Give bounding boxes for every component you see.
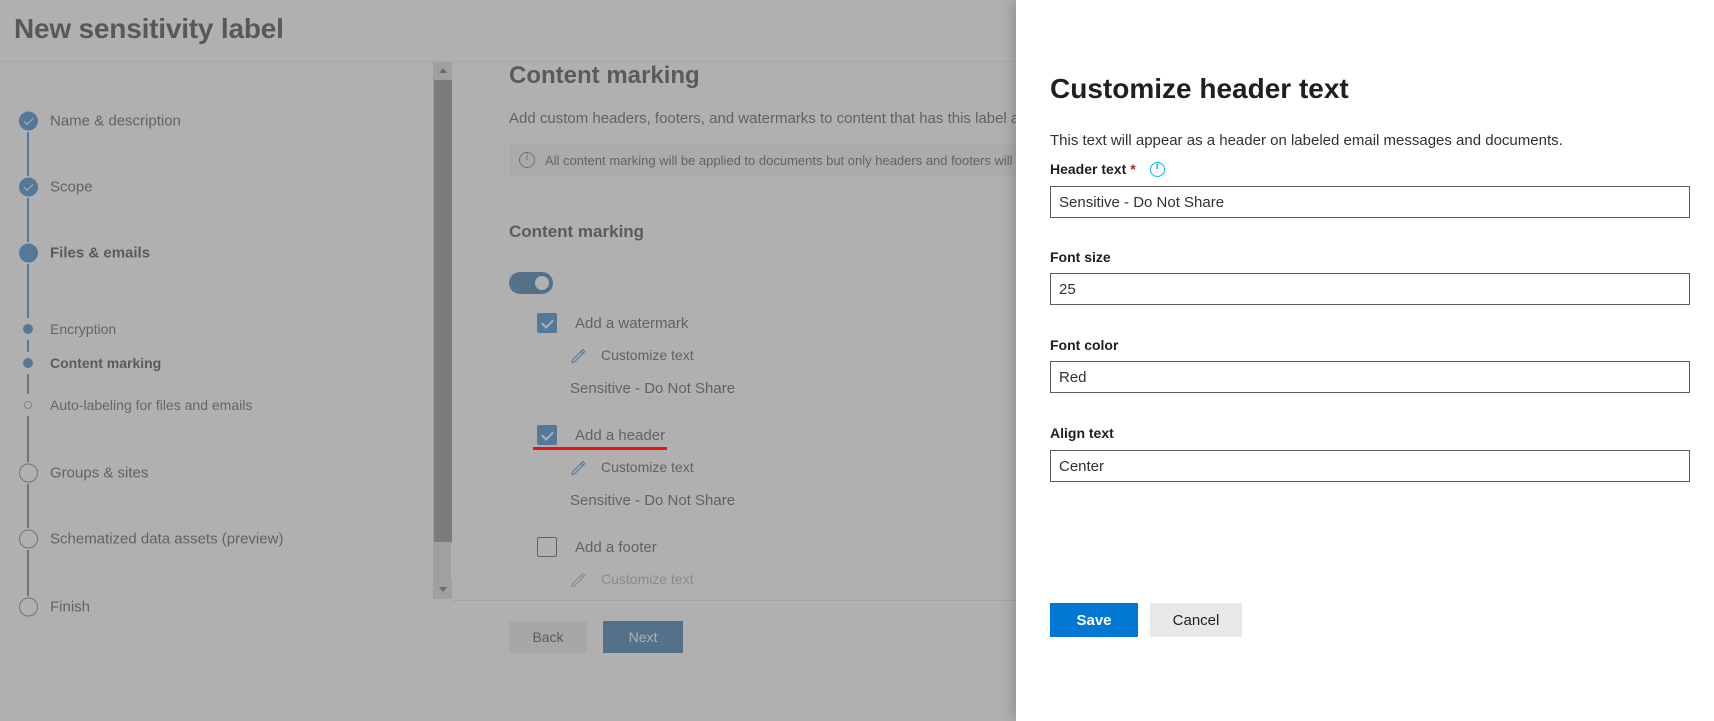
step-label: Files & emails [50,244,151,262]
sidebar-step-finish[interactable]: Finish [0,590,424,624]
content-description: Add custom headers, footers, and waterma… [509,110,1064,127]
page-title: New sensitivity label [14,13,284,44]
flyout-subtitle: This text will appear as a header on lab… [1050,132,1563,149]
step-label: Scope [50,178,93,196]
pencil-icon [571,460,586,475]
step-label: Schematized data assets (preview) [50,530,284,548]
step-bullet-done-icon [19,111,38,131]
step-connector [27,264,29,318]
wizard-step-rail: Name & description Scope Files & emails Enc… [0,62,424,617]
scrollbar-up-button[interactable] [434,62,452,80]
header-customize-text-label: Customize text [601,459,694,475]
chevron-up-icon [439,68,447,73]
field-label-font-size-input: Font size [1050,249,1111,265]
font-color-input[interactable] [1050,361,1690,393]
step-label: Auto-labeling for files and emails [50,397,253,413]
sidebar-step-auto-labeling-for-files-and-emails[interactable]: Auto-labeling for files and emails [0,388,424,422]
add-watermark-checkbox[interactable] [537,313,557,333]
align-text-input[interactable] [1050,450,1690,482]
sidebar-step-scope[interactable]: Scope [0,170,424,204]
back-button[interactable]: Back [509,621,587,653]
sidebar-step-encryption[interactable]: Encryption [0,312,424,346]
watermark-customize-text-link[interactable]: Customize text [570,345,694,365]
annotation-underline-add-header [533,447,667,450]
footer-customize-text-link[interactable]: Customize text [570,569,694,589]
header-customize-text-link[interactable]: Customize text [570,457,694,477]
sidebar-step-content-marking[interactable]: Content marking [0,346,424,380]
add-header-label: Add a header [575,426,666,444]
sidebar-step-schematized-data-assets-preview[interactable]: Schematized data assets (preview) [0,522,424,556]
info-icon [519,152,535,168]
chevron-down-icon [439,587,447,592]
scrollbar-thumb[interactable] [434,80,452,542]
font-size-input[interactable] [1050,273,1690,305]
save-button[interactable]: Save [1050,603,1138,637]
add-header-row[interactable]: Add a header [537,424,665,446]
field-label-font-color-input: Font color [1050,337,1118,353]
next-button[interactable]: Next [603,621,683,653]
content-heading: Content marking [509,62,700,89]
step-bullet-sub-active-icon [23,358,33,368]
app-root: New sensitivity label Name & description… [0,0,1714,721]
add-footer-checkbox[interactable] [537,537,557,557]
field-label-text: Font size [1050,249,1111,265]
field-label-text: Header text [1050,161,1127,177]
info-icon[interactable] [1149,161,1165,177]
step-bullet-current-icon [19,243,38,263]
field-label-text: Font color [1050,337,1119,353]
step-label: Finish [50,598,91,616]
pencil-icon [571,348,586,363]
sidebar-scrollbar[interactable] [433,62,452,599]
step-label: Encryption [50,321,117,337]
add-footer-label: Add a footer [575,538,657,556]
step-bullet-sub-idle-icon [24,401,32,409]
content-marking-toggle[interactable] [509,272,553,294]
sidebar-step-name-description[interactable]: Name & description [0,104,424,138]
scrollbar-down-button[interactable] [434,581,452,599]
step-bullet-pending-icon [19,597,38,617]
section-heading: Content marking [509,222,645,241]
step-bullet-pending-icon [19,463,38,483]
field-label-align-text-input: Align text [1050,425,1114,441]
cancel-button[interactable]: Cancel [1150,603,1242,637]
step-label: Name & description [50,112,181,130]
field-label-text: Align text [1050,425,1114,441]
add-footer-row[interactable]: Add a footer [537,536,657,558]
toggle-knob [535,276,549,290]
watermark-customize-text-label: Customize text [601,347,694,363]
add-watermark-label: Add a watermark [575,314,689,332]
add-watermark-row[interactable]: Add a watermark [537,312,688,334]
customize-header-text-flyout: Customize header text This text will app… [1016,0,1714,721]
required-asterisk: * [1130,161,1136,177]
header-preview-text: Sensitive - Do Not Share [570,492,736,509]
step-label: Groups & sites [50,464,149,482]
header-text-input[interactable] [1050,186,1690,218]
step-bullet-sub-active-icon [23,324,33,334]
sidebar-step-groups-sites[interactable]: Groups & sites [0,456,424,490]
step-bullet-done-icon [19,177,38,197]
add-header-checkbox[interactable] [537,425,557,445]
sidebar-step-files-emails[interactable]: Files & emails [0,236,424,270]
step-label: Content marking [50,355,162,371]
step-bullet-pending-icon [19,529,38,549]
field-label-header-text-input: Header text * [1050,161,1165,177]
watermark-preview-text: Sensitive - Do Not Share [570,380,736,397]
pencil-icon [571,572,586,587]
footer-customize-text-label: Customize text [601,571,694,587]
flyout-title: Customize header text [1050,73,1349,104]
